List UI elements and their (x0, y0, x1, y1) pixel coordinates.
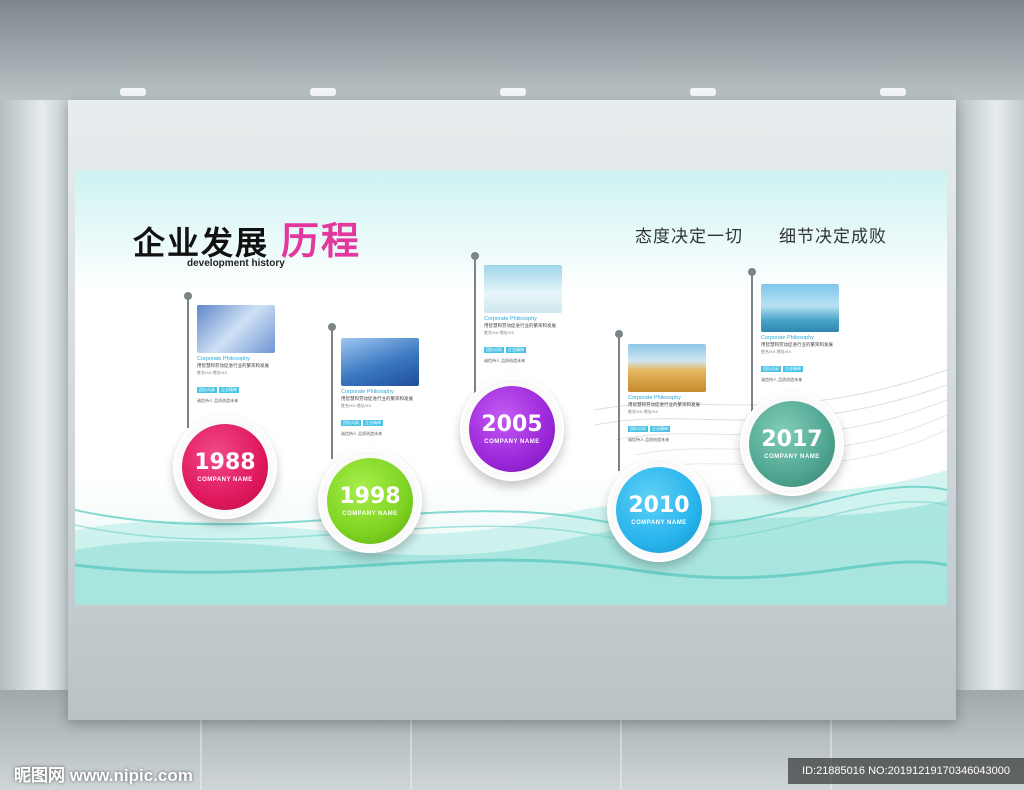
card-note: 诚信待人 品质创造未来 (341, 431, 383, 436)
card-tag: 团队风采 (484, 347, 504, 353)
ceiling-light (880, 88, 906, 96)
company-name: COMPANY NAME (764, 453, 820, 460)
milestone-card-1988: Corporate Philosophy 用智慧和劳动促进行业的繁荣和发展 姓名… (197, 305, 297, 404)
businessman-photo (484, 265, 562, 313)
timeline-stem (618, 336, 620, 471)
card-note: 诚信待人 品质创造未来 (628, 437, 670, 442)
timeline-panel: 企业发展 历程 development history 态度决定一切 细节决定成… (75, 170, 947, 605)
milestone-card-2005: Corporate Philosophy 用智慧和劳动促进行业的繁荣和发展 姓名… (484, 265, 584, 364)
year-badge-2005: 2005 COMPANY NAME (460, 377, 564, 481)
company-name: COMPANY NAME (484, 438, 540, 445)
milestone-card-1998: Corporate Philosophy 用智慧和劳动促进行业的繁荣和发展 姓名… (341, 338, 441, 437)
card-desc: 用智慧和劳动促进行业的繁荣和发展 (484, 323, 556, 328)
ceiling (0, 0, 1024, 100)
motto-attitude: 态度决定一切 (635, 227, 743, 247)
card-meta: 姓名/XX 地址/XX (484, 330, 515, 335)
handshake-photo (197, 305, 275, 353)
card-desc: 用智慧和劳动促进行业的繁荣和发展 (628, 402, 700, 407)
timeline-stem (187, 298, 189, 428)
card-tag: 团队风采 (761, 366, 781, 372)
card-meta: 姓名/XX 地址/XX (628, 409, 659, 414)
page-title-accent: 历程 (281, 219, 362, 263)
year-badge-inner: 2010 COMPANY NAME (616, 467, 702, 553)
ceiling-light (690, 88, 716, 96)
card-tag: 企业精神 (506, 347, 526, 353)
ceiling-light (120, 88, 146, 96)
company-name: COMPANY NAME (197, 476, 253, 483)
card-note: 诚信待人 品质创造未来 (484, 358, 526, 363)
timeline-stem (474, 258, 476, 393)
year-badge-inner: 1998 COMPANY NAME (327, 458, 413, 544)
wall-pillar (0, 100, 70, 700)
card-meta: 姓名/XX 地址/XX (197, 370, 228, 375)
card-tag: 企业精神 (783, 366, 803, 372)
ceiling-light (310, 88, 336, 96)
year-badge-inner: 1988 COMPANY NAME (182, 424, 268, 510)
site-watermark: 昵图网 www.nipic.com (14, 766, 193, 785)
motto-details: 细节决定成败 (779, 227, 887, 247)
year-label: 1988 (194, 449, 256, 475)
card-tag: 企业精神 (219, 387, 239, 393)
ceiling-light (500, 88, 526, 96)
image-id-bar: ID:21885016 NO:20191219170346043000 (788, 758, 1024, 784)
card-meta: 姓名/XX 地址/XX (761, 349, 792, 354)
card-tag: 团队风采 (628, 426, 648, 432)
milestone-card-2010: Corporate Philosophy 用智慧和劳动促进行业的繁荣和发展 姓名… (628, 344, 728, 443)
card-philosophy: Corporate Philosophy (484, 316, 537, 322)
year-badge-2010: 2010 COMPANY NAME (607, 458, 711, 562)
year-label: 2010 (628, 492, 690, 518)
card-tag: 团队风采 (341, 420, 361, 426)
card-tag: 企业精神 (363, 420, 383, 426)
card-note: 诚信待人 品质创造未来 (761, 377, 803, 382)
company-name: COMPANY NAME (342, 510, 398, 517)
card-meta: 姓名/XX 地址/XX (341, 403, 372, 408)
card-desc: 用智慧和劳动促进行业的繁荣和发展 (341, 396, 413, 401)
year-badge-1998: 1998 COMPANY NAME (318, 449, 422, 553)
timeline-stem (751, 274, 753, 412)
card-philosophy: Corporate Philosophy (197, 356, 250, 362)
year-badge-2017: 2017 COMPANY NAME (740, 392, 844, 496)
card-tag: 企业精神 (650, 426, 670, 432)
wall-pillar (954, 100, 1024, 700)
year-label: 2017 (761, 426, 823, 452)
card-desc: 用智慧和劳动促进行业的繁荣和发展 (761, 342, 833, 347)
year-label: 2005 (481, 411, 543, 437)
page-subtitle: development history (187, 258, 285, 269)
card-philosophy: Corporate Philosophy (341, 389, 394, 395)
wheat-photo (628, 344, 706, 392)
card-philosophy: Corporate Philosophy (628, 395, 681, 401)
year-badge-inner: 2017 COMPANY NAME (749, 401, 835, 487)
city-photo (761, 284, 839, 332)
year-label: 1998 (339, 483, 401, 509)
card-note: 诚信待人 品质创造未来 (197, 398, 239, 403)
milestone-card-2017: Corporate Philosophy 用智慧和劳动促进行业的繁荣和发展 姓名… (761, 284, 861, 383)
card-philosophy: Corporate Philosophy (761, 335, 814, 341)
year-badge-inner: 2005 COMPANY NAME (469, 386, 555, 472)
card-tag: 团队风采 (197, 387, 217, 393)
building-photo (341, 338, 419, 386)
year-badge-1988: 1988 COMPANY NAME (173, 415, 277, 519)
timeline-stem (331, 329, 333, 459)
card-desc: 用智慧和劳动促进行业的繁荣和发展 (197, 363, 269, 368)
company-name: COMPANY NAME (631, 519, 687, 526)
